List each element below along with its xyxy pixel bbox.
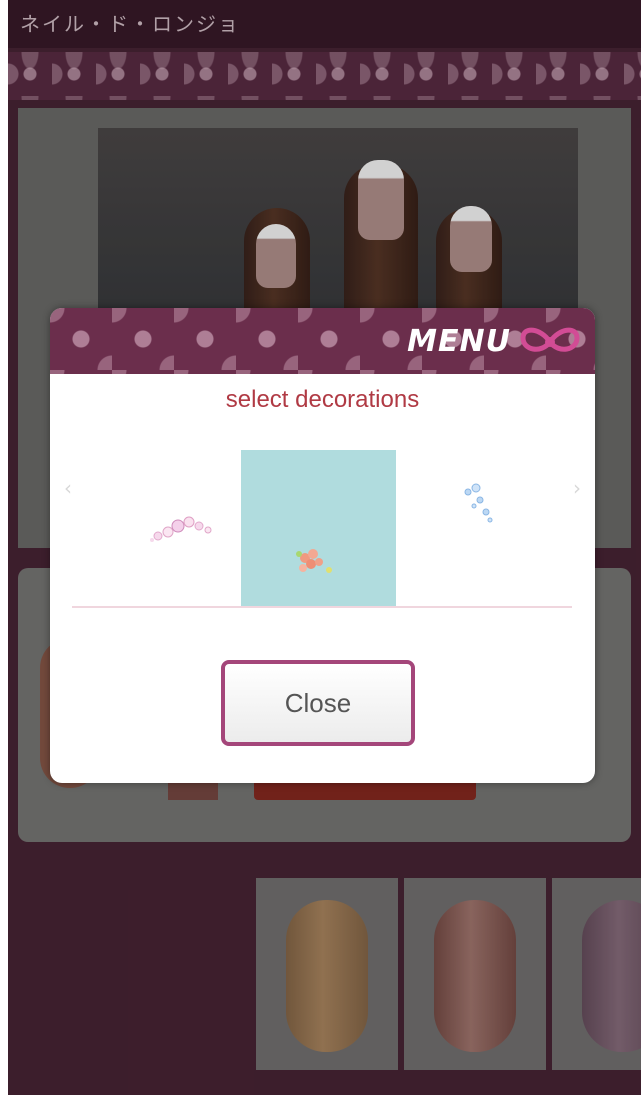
decoration-menu-dialog: MENU select decorations ‹ › Close <box>50 308 595 783</box>
menu-title: MENU <box>407 324 511 359</box>
dialog-header: MENU <box>50 308 595 374</box>
scroll-left-arrow-icon[interactable]: ‹ <box>64 476 72 500</box>
blue-gem-decoration[interactable] <box>458 480 498 528</box>
flower-gem-decoration <box>296 549 332 573</box>
divider <box>72 606 572 608</box>
pink-pearl-decoration[interactable] <box>144 508 224 548</box>
dialog-subtitle: select decorations <box>225 386 420 413</box>
selected-decoration-tile[interactable] <box>241 450 396 608</box>
scroll-right-arrow-icon[interactable]: › <box>573 476 581 500</box>
ribbon-bow-icon <box>520 327 580 352</box>
close-button[interactable]: Close <box>221 660 415 746</box>
